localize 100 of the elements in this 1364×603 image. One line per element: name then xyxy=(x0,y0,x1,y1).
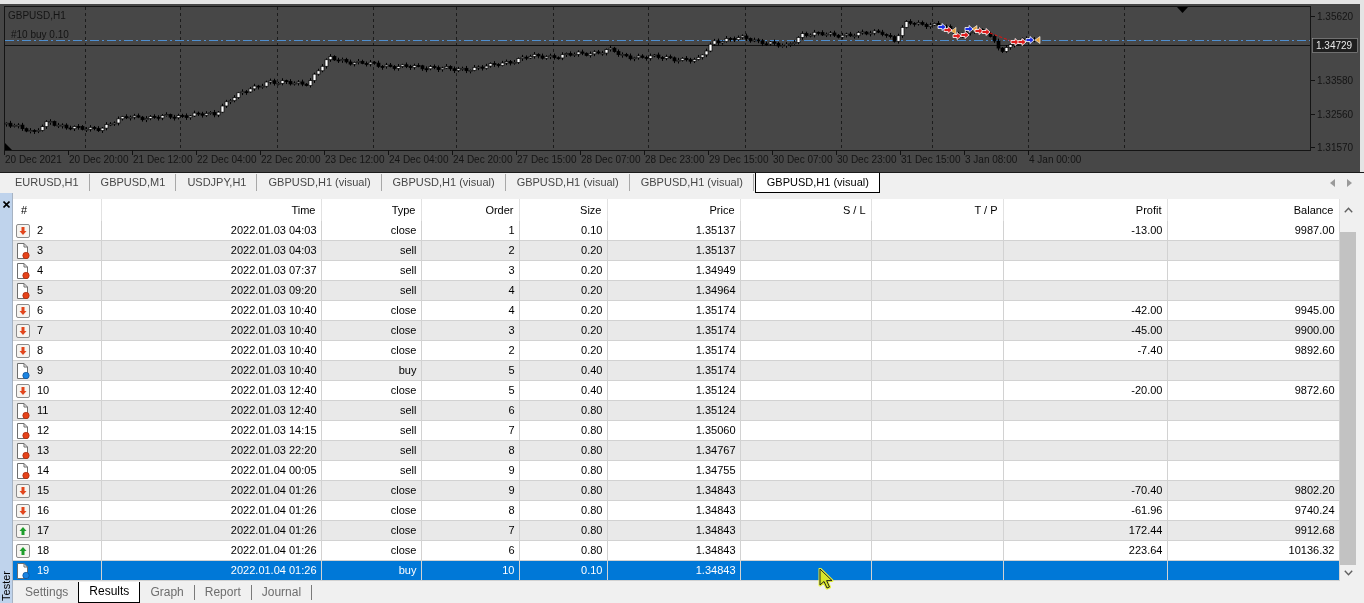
table-cell: 0.20 xyxy=(519,240,607,261)
chart-tab[interactable]: GBPUSD,H1 (visual) xyxy=(257,174,382,191)
table-cell: sell xyxy=(321,460,421,481)
table-cell: 0.20 xyxy=(519,260,607,281)
table-cell: 1.34767 xyxy=(607,440,740,461)
table-cell: 7 xyxy=(421,520,519,541)
chart-tab[interactable]: GBPUSD,H1 (visual) xyxy=(381,174,506,191)
table-cell: 3 xyxy=(421,320,519,341)
scroll-right-icon[interactable] xyxy=(1347,178,1352,187)
table-cell: 2 xyxy=(421,340,519,361)
table-cell: 2022.01.04 01:26 xyxy=(101,520,321,541)
table-cell: 10136.32 xyxy=(1167,540,1339,561)
chart-tab[interactable]: EURUSD,H1 xyxy=(4,174,90,191)
panel-tab[interactable]: Settings xyxy=(15,582,79,602)
table-cell: 1.34755 xyxy=(607,460,740,481)
scrollbar-thumb[interactable] xyxy=(1340,232,1357,565)
table-cell: 1.35174 xyxy=(607,340,740,361)
document-icon xyxy=(16,282,30,299)
scroll-left-icon[interactable] xyxy=(1330,178,1335,187)
column-header[interactable]: Time xyxy=(101,199,321,221)
table-row[interactable]: 19 2022.01.04 01:26 buy 10 0.10 1.34843 xyxy=(13,560,1339,581)
table-cell: 2022.01.03 12:40 xyxy=(101,380,321,401)
table-cell: 2022.01.03 10:40 xyxy=(101,300,321,321)
table-cell: 9 xyxy=(421,460,519,481)
chart-tab[interactable]: USDJPY,H1 xyxy=(176,174,258,191)
row-number: 19 xyxy=(37,563,50,578)
table-cell: 2022.01.03 04:03 xyxy=(101,221,321,241)
table-cell: 9892.60 xyxy=(1167,340,1339,361)
table-row[interactable]: 7 2022.01.03 10:40 close 3 0.20 1.35174 -45.00 9900.00 xyxy=(13,320,1339,341)
table-cell: 2022.01.04 01:26 xyxy=(101,500,321,521)
down-arrow-icon xyxy=(16,303,30,318)
document-icon xyxy=(16,562,30,579)
close-icon[interactable] xyxy=(2,201,10,208)
table-cell: 9872.60 xyxy=(1167,380,1339,401)
table-cell: close xyxy=(321,320,421,341)
table-cell: close xyxy=(321,520,421,541)
chart-tab[interactable]: GBPUSD,H1 (visual) xyxy=(754,173,880,193)
table-cell: 4 xyxy=(421,280,519,301)
panel-tab[interactable]: Graph xyxy=(140,585,195,600)
column-header[interactable]: S / L xyxy=(740,199,871,221)
table-row[interactable]: 16 2022.01.04 01:26 close 8 0.80 1.34843 -61.96 9740.24 xyxy=(13,500,1339,521)
panel-tab[interactable]: Journal xyxy=(251,585,313,600)
table-cell: 2022.01.03 12:40 xyxy=(101,400,321,421)
column-header[interactable]: Price xyxy=(607,199,740,221)
table-cell: 2 xyxy=(421,240,519,261)
scroll-down-icon[interactable] xyxy=(1343,570,1353,576)
table-cell: 0.80 xyxy=(519,500,607,521)
table-cell: 3 xyxy=(421,260,519,281)
chart-tab[interactable]: GBPUSD,M1 xyxy=(89,174,177,191)
table-cell: close xyxy=(321,500,421,521)
table-cell: 9740.24 xyxy=(1167,500,1339,521)
table-row[interactable]: 3 2022.01.03 04:03 sell 2 0.20 1.35137 xyxy=(13,240,1339,261)
table-cell: -61.96 xyxy=(1003,500,1167,521)
document-icon xyxy=(16,442,30,459)
table-cell: close xyxy=(321,340,421,361)
column-header[interactable]: Balance xyxy=(1167,199,1339,221)
table-cell: 1.34964 xyxy=(607,280,740,301)
table-cell: 1.35060 xyxy=(607,420,740,441)
chart-tab[interactable]: GBPUSD,H1 (visual) xyxy=(629,174,754,191)
panel-tab[interactable]: Results xyxy=(78,582,141,603)
row-number: 6 xyxy=(37,303,44,318)
table-row[interactable]: 17 2022.01.04 01:26 close 7 0.80 1.34843 172.44 9912.68 xyxy=(13,520,1339,541)
table-row[interactable]: 9 2022.01.03 10:40 buy 5 0.40 1.35174 xyxy=(13,360,1339,381)
table-cell: 223.64 xyxy=(1003,540,1167,561)
table-row[interactable]: 13 2022.01.03 22:20 sell 8 0.80 1.34767 xyxy=(13,440,1339,461)
table-cell: 9945.00 xyxy=(1167,300,1339,321)
table-cell: 172.44 xyxy=(1003,520,1167,541)
column-header[interactable]: Size xyxy=(519,199,607,221)
column-header[interactable]: Order xyxy=(421,199,519,221)
current-price-tag: 1.34729 xyxy=(1312,38,1358,53)
table-cell: -20.00 xyxy=(1003,380,1167,401)
table-cell: 8 xyxy=(421,500,519,521)
down-arrow-icon xyxy=(16,503,30,518)
table-cell: close xyxy=(321,480,421,501)
table-cell: 1.34843 xyxy=(607,540,740,561)
column-header[interactable]: T / P xyxy=(871,199,1003,221)
table-cell: 5 xyxy=(421,360,519,381)
document-icon xyxy=(16,422,30,439)
up-arrow-icon xyxy=(16,543,30,558)
table-cell: close xyxy=(321,380,421,401)
row-number: 11 xyxy=(37,403,49,418)
table-row[interactable]: 11 2022.01.03 12:40 sell 6 0.80 1.35124 xyxy=(13,400,1339,421)
table-cell: 1.34843 xyxy=(607,520,740,541)
panel-tab[interactable]: Report xyxy=(194,585,252,600)
table-cell: 6 xyxy=(421,540,519,561)
document-icon xyxy=(16,362,30,379)
table-cell: -7.40 xyxy=(1003,340,1167,361)
table-cell: 2022.01.03 14:15 xyxy=(101,420,321,441)
column-header[interactable]: Type xyxy=(321,199,421,221)
row-number: 10 xyxy=(37,383,50,398)
table-cell: sell xyxy=(321,400,421,421)
table-row[interactable]: 5 2022.01.03 09:20 sell 4 0.20 1.34964 xyxy=(13,280,1339,301)
table-cell: close xyxy=(321,221,421,241)
chart-tab[interactable]: GBPUSD,H1 (visual) xyxy=(505,174,630,191)
column-header[interactable]: Profit xyxy=(1003,199,1167,221)
table-cell: 8 xyxy=(421,440,519,461)
table-cell: 2022.01.03 04:03 xyxy=(101,240,321,261)
scroll-up-icon[interactable] xyxy=(1343,207,1353,213)
table-row[interactable]: 15 2022.01.04 01:26 close 9 0.80 1.34843 -70.40 9802.20 xyxy=(13,480,1339,501)
table-cell: sell xyxy=(321,240,421,261)
